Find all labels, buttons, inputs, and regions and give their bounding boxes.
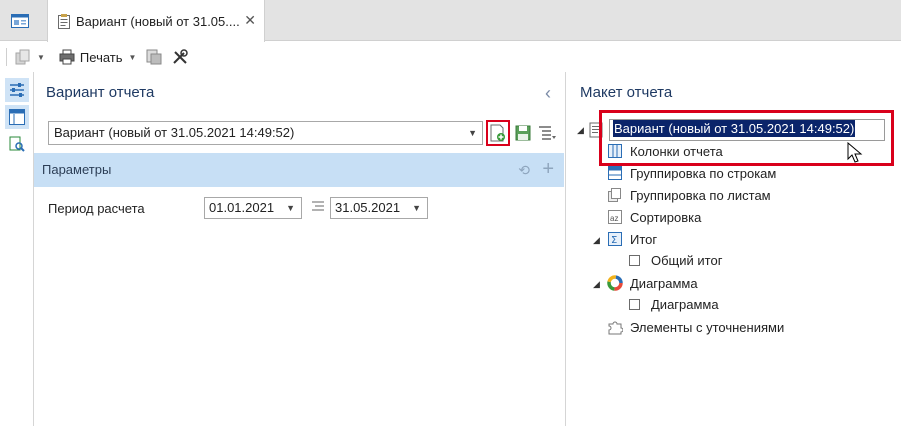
report-doc-icon [58,13,70,29]
toolbar-separator [6,48,7,66]
table-layout-icon [9,109,25,125]
sort-az-icon: az [607,209,623,225]
tree-item-sheet-grouping[interactable]: Группировка по листам [607,187,771,203]
tree-item-chart-sub[interactable]: Диаграмма [629,297,719,312]
print-button[interactable]: Печать ▼ [59,49,137,65]
tree-item-label: Диаграмма [651,297,719,312]
home-window-icon [11,13,29,28]
save-icon [515,125,531,141]
close-icon[interactable]: ✕ [244,12,256,29]
tree-item-label: Группировка по листам [630,187,771,203]
variant-select[interactable]: Вариант (новый от 31.05.2021 14:49:52) ▼ [48,121,483,145]
copy-icon [15,49,30,65]
copy-button[interactable]: ▼ [15,49,45,65]
export-button[interactable] [146,49,162,65]
variant-pane: Вариант отчета ‹ Вариант (новый от 31.05… [34,72,566,426]
tree-item-row-grouping[interactable]: Группировка по строкам [607,165,776,181]
variant-select-value: Вариант (новый от 31.05.2021 14:49:52) [54,125,295,140]
new-variant-button[interactable] [486,120,510,146]
sheets-icon [607,187,623,203]
settings-button[interactable] [172,49,189,65]
tree-item-label: Сортировка [630,209,702,225]
tree-expander-icon[interactable]: ◢ [577,125,584,136]
sigma-icon: Σ [607,231,623,247]
pane-title: Макет отчета [580,84,673,101]
svg-text:Σ: Σ [611,235,617,246]
tree-item-label: Группировка по строкам [630,165,777,181]
mouse-cursor-icon [847,142,863,163]
date-from-value: 01.01.2021 [209,200,275,215]
row-grouping-icon [607,165,623,181]
variant-list-button[interactable] [535,120,559,146]
date-to-value: 31.05.2021 [335,200,401,215]
table-columns-icon [607,143,623,159]
puzzle-icon [607,319,623,335]
main-toolbar: ▼ Печать ▼ [0,42,901,72]
tab-bar: Вариант (новый от 31.05.... ✕ [0,0,901,42]
period-label: Период расчета [48,201,145,216]
tab-title: Вариант (новый от 31.05.... [76,13,240,29]
period-separator-icon [312,201,324,211]
tree-item-label: Итог [630,231,658,247]
chevron-down-icon[interactable]: ▼ [412,198,421,218]
tree-item-report-columns[interactable]: Колонки отчета [607,143,723,159]
layout-view-button[interactable] [5,105,29,129]
pane-title: Вариант отчета [46,84,155,101]
tree-expander-icon[interactable]: ◢ [593,279,600,290]
list-settings-icon [539,126,556,140]
new-document-icon [490,124,505,142]
add-icon[interactable]: + [542,158,554,181]
side-strip [0,72,34,426]
tree-item-label: Диаграмма [630,275,698,291]
chevron-down-icon[interactable]: ▼ [37,53,45,62]
pie-chart-icon [607,275,623,291]
layout-pane: Макет отчета ◢ Вариант (новый от 31.05.2… [567,72,901,426]
parameters-header: Параметры ⟲ + [34,153,564,187]
reset-icon[interactable]: ⟲ [518,162,530,179]
export-icon [146,49,162,65]
save-variant-button[interactable] [511,120,535,146]
parameters-label: Параметры [42,162,112,177]
sliders-icon [10,83,24,97]
chevron-down-icon[interactable]: ▼ [286,198,295,218]
tree-expander-icon[interactable]: ◢ [593,235,600,246]
home-tab[interactable] [0,0,40,41]
tree-item-chart[interactable]: Диаграмма [607,275,698,291]
search-doc-icon [9,136,25,152]
collapse-chevron-icon[interactable]: ‹ [545,83,551,104]
tree-item-refinements[interactable]: Элементы с уточнениями [607,319,784,335]
tree-item-label: Общий итог [651,253,723,268]
settings-view-button[interactable] [5,78,29,102]
chevron-down-icon[interactable]: ▼ [129,53,137,62]
chevron-down-icon[interactable]: ▼ [468,122,477,144]
preview-button[interactable] [5,132,29,156]
grand-total-checkbox[interactable] [629,255,640,266]
printer-icon [59,49,75,65]
tree-item-label: Элементы с уточнениями [630,319,785,335]
print-label: Печать [79,49,123,65]
date-to-input[interactable]: 31.05.2021 ▼ [330,197,428,219]
date-from-input[interactable]: 01.01.2021 ▼ [204,197,302,219]
tree-item-grand-total[interactable]: Общий итог [629,253,722,268]
tree-item-sorting[interactable]: az Сортировка [607,209,701,225]
chart-checkbox[interactable] [629,299,640,310]
tab-report-variant[interactable]: Вариант (новый от 31.05.... ✕ [47,0,265,42]
tree-item-label: Колонки отчета [630,143,723,159]
tree-item-total[interactable]: Σ Итог [607,231,657,247]
svg-text:az: az [610,214,618,223]
tools-icon [173,49,189,64]
